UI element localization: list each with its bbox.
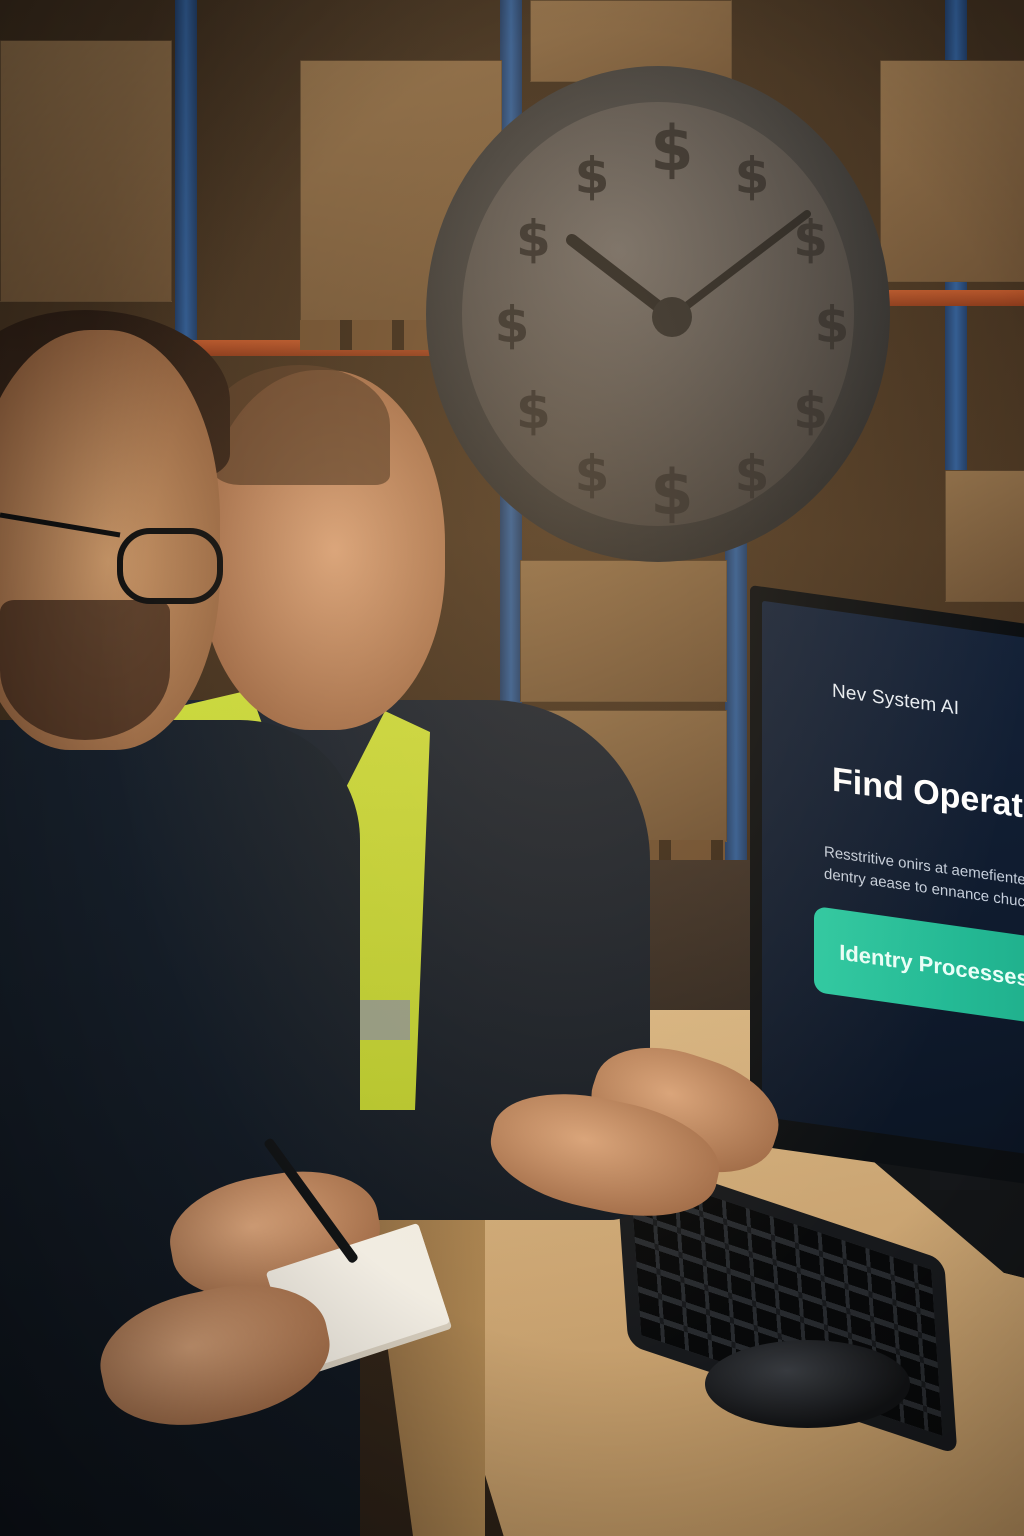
dollar-marker: $ <box>735 147 770 205</box>
monitor-screen: Nev System AI Find Operational N Resstri… <box>762 600 1024 1160</box>
screen-headline: Find Operational N <box>832 760 1024 842</box>
dollar-marker: $ <box>575 445 610 503</box>
dollar-marker: $ <box>516 382 551 440</box>
dollar-marker: $ <box>650 112 693 185</box>
identify-processes-button[interactable]: Identry Processes <box>814 905 1024 1026</box>
mouse[interactable] <box>705 1340 910 1428</box>
dollar-marker: $ <box>650 456 693 529</box>
screen-subtext: Resstritive onirs at aemefientes terals … <box>824 841 1024 919</box>
dollar-marker: $ <box>516 210 551 268</box>
brand-name: Nev System AI <box>832 680 960 720</box>
warehouse-scene: $ $ $ $ $ $ $ $ $ $ $ $ Nev System AI Find Operatio… <box>0 0 1024 1536</box>
dollar-clock: $ $ $ $ $ $ $ $ $ $ $ $ <box>422 62 894 567</box>
dollar-marker: $ <box>815 296 850 354</box>
cta-label: Identry Processes <box>839 939 1024 992</box>
dollar-marker: $ <box>793 382 828 440</box>
dollar-marker: $ <box>735 445 770 503</box>
monitor: Nev System AI Find Operational N Resstri… <box>750 585 1024 1188</box>
glasses-icon <box>0 512 223 604</box>
dollar-marker: $ <box>575 147 610 205</box>
dollar-marker: $ <box>495 296 530 354</box>
